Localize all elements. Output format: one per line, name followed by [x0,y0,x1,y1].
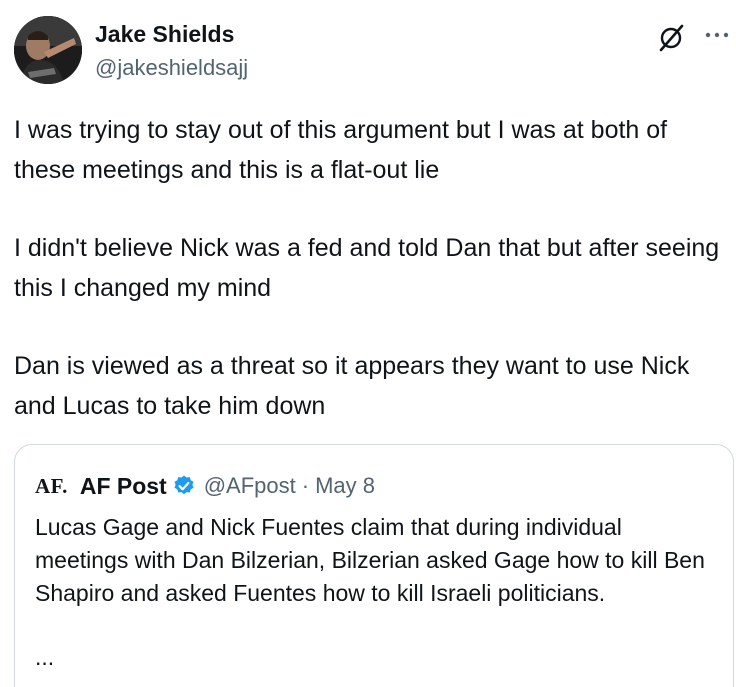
quoted-tweet[interactable]: AF. AF Post @AFpost · May 8 Lucas Gage a… [14,444,734,687]
quoted-tweet-date[interactable]: May 8 [315,473,375,499]
avatar-image [14,16,82,84]
grok-icon[interactable] [655,22,687,54]
quoted-author-name[interactable]: AF Post [80,473,167,500]
quoted-tweet-header: AF. AF Post @AFpost · May 8 [35,471,375,501]
avatar[interactable] [14,16,82,84]
quoted-author-handle[interactable]: @AFpost [204,473,296,499]
author-handle[interactable]: @jakeshieldsajj [95,54,248,82]
tweet-text: I was trying to stay out of this argumen… [14,110,726,426]
tweet-card: Jake Shields @jakeshieldsajj I was tryin… [0,0,736,687]
author-name[interactable]: Jake Shields [95,20,234,48]
tweet-paragraph: Dan is viewed as a threat so it appears … [14,352,690,420]
quoted-tweet-text: Lucas Gage and Nick Fuentes claim that d… [35,514,705,606]
tweet-paragraph: I didn't believe Nick was a fed and told… [14,234,720,302]
tweet-paragraph: I was trying to stay out of this argumen… [14,116,668,184]
more-icon[interactable] [704,30,730,40]
verified-badge-icon [174,475,194,495]
quoted-author-avatar-logo[interactable]: AF. [35,474,68,499]
header-separator: · [301,473,310,498]
quoted-tweet-ellipsis: ... [35,644,55,670]
